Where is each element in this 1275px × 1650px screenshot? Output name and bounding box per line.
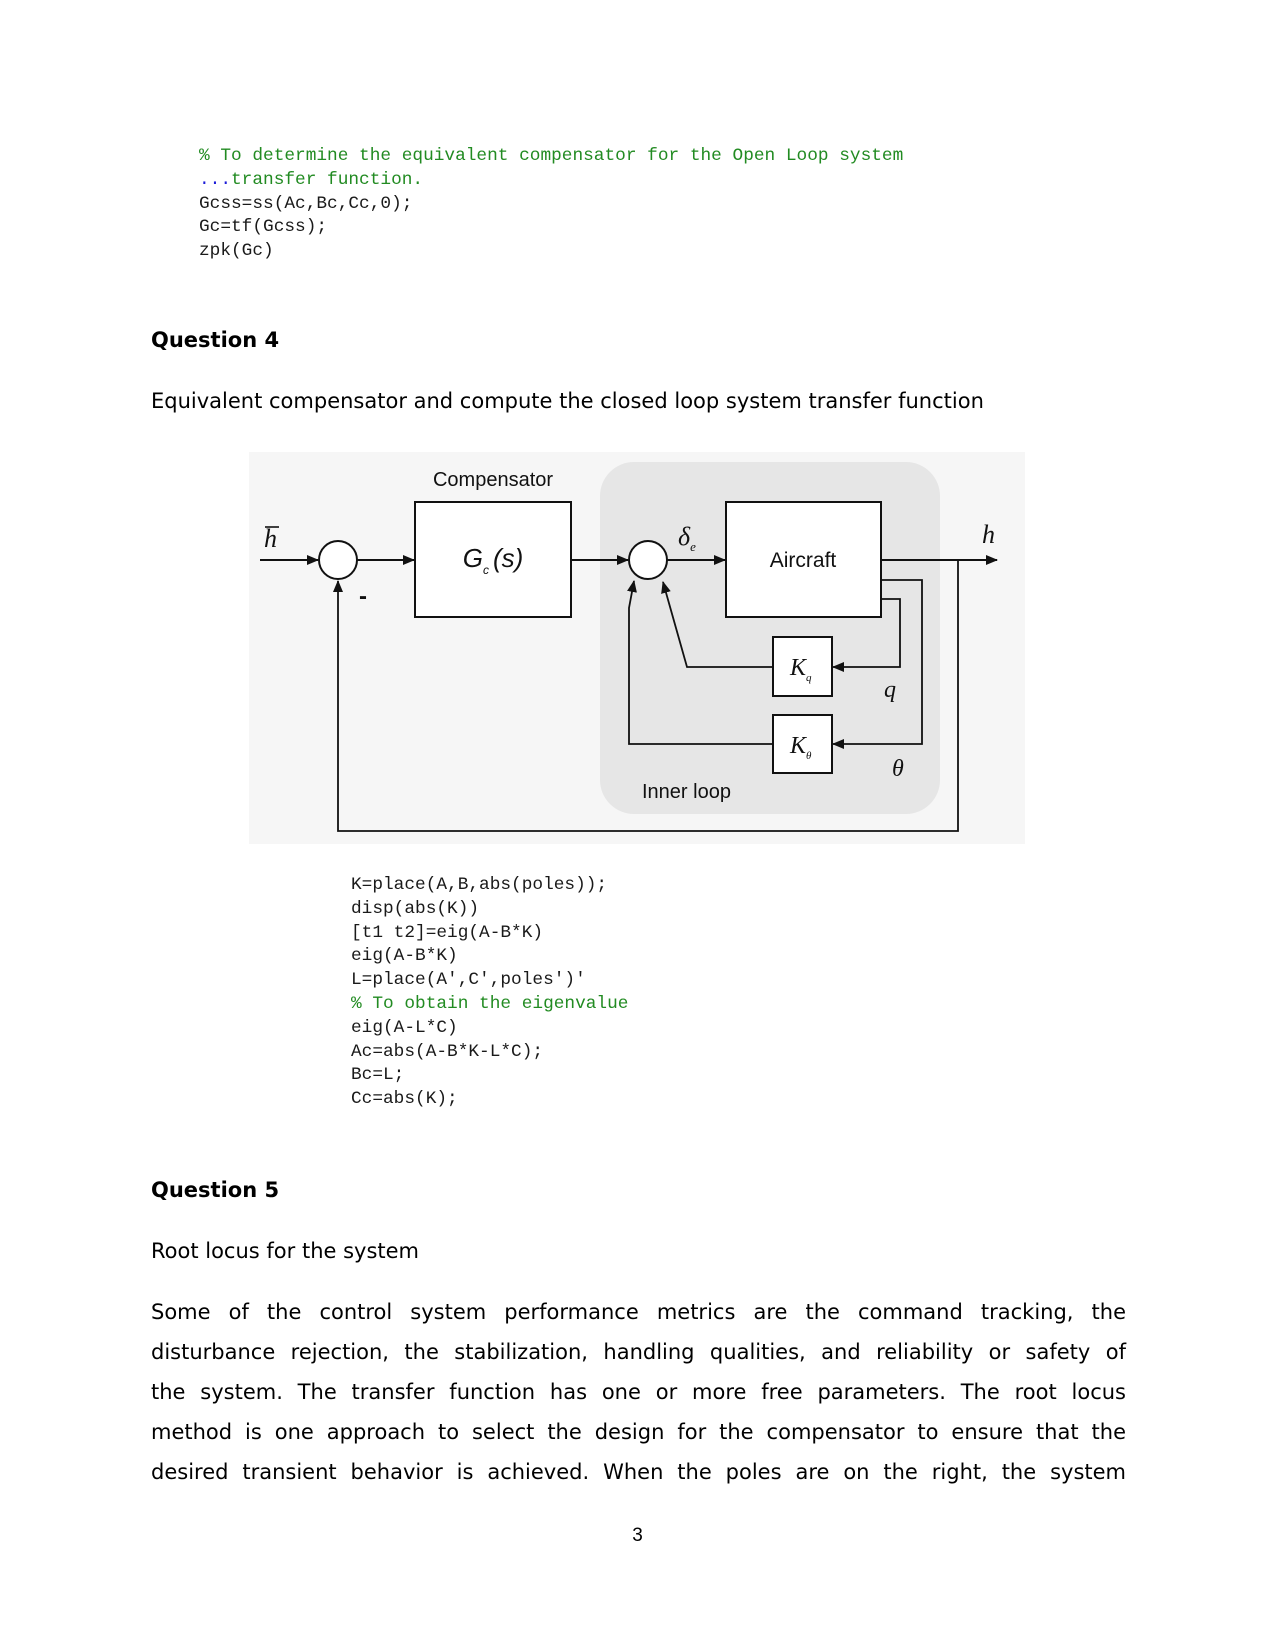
code-line: K=place(A,B,abs(poles)); bbox=[351, 874, 628, 898]
code-comment: % To obtain the eigenvalue bbox=[351, 993, 629, 1014]
paragraph-line: method is one approach to select the des… bbox=[151, 1420, 1126, 1444]
code-statement: Ac=abs(A-B*K-L*C); bbox=[351, 1041, 544, 1062]
code-block-pole-placement: K=place(A,B,abs(poles)); disp(abs(K)) [t1 … bbox=[351, 874, 628, 1112]
code-statement: L=place(A',C',poles')' bbox=[351, 970, 586, 991]
page-number: 3 bbox=[632, 1525, 643, 1546]
code-statement: [t1 t2]=eig(A-B*K) bbox=[351, 922, 544, 943]
summing-junction-outer bbox=[318, 540, 358, 580]
output-h-label: h bbox=[982, 520, 995, 549]
inner-loop-label: Inner loop bbox=[642, 781, 731, 803]
code-statement: K=place(A,B,abs(poles)); bbox=[351, 875, 608, 895]
theta-signal-label: θ bbox=[892, 756, 904, 782]
code-line: eig(A-B*K) bbox=[351, 945, 628, 969]
q-signal-label: q bbox=[884, 677, 896, 703]
code-line: Ac=abs(A-B*K-L*C); bbox=[351, 1041, 628, 1065]
code-line: eig(A-L*C) bbox=[351, 1017, 628, 1041]
code-line: L=place(A',C',poles')' bbox=[351, 969, 628, 993]
code-statement: eig(A-B*K) bbox=[351, 946, 458, 967]
code-line: [t1 t2]=eig(A-B*K) bbox=[351, 922, 628, 946]
code-line: % To obtain the eigenvalue bbox=[351, 993, 628, 1017]
code-statement: eig(A-L*C) bbox=[351, 1017, 458, 1038]
minus-sign: - bbox=[359, 583, 367, 610]
code-line: Bc=L; bbox=[351, 1064, 628, 1088]
compensator-title: Compensator bbox=[433, 469, 553, 491]
question-5-heading: Question 5 bbox=[151, 1178, 280, 1202]
document-page: % To determine the equivalent compensato… bbox=[0, 0, 1275, 1650]
paragraph-line: the system. The transfer function has on… bbox=[151, 1380, 1126, 1404]
aircraft-label: Aircraft bbox=[770, 549, 837, 572]
code-statement: Bc=L; bbox=[351, 1065, 405, 1086]
root-locus-paragraph: Some of the control system performance m… bbox=[151, 1292, 1126, 1492]
input-h-bar-label: h bbox=[264, 524, 277, 553]
compensator-transfer-function: Gc (s) bbox=[463, 543, 524, 577]
code-statement: disp(abs(K)) bbox=[351, 898, 480, 919]
paragraph-line: desired transient behavior is achieved. … bbox=[151, 1460, 1126, 1484]
paragraph-line: Some of the control system performance m… bbox=[151, 1300, 1126, 1324]
question-5-subtitle: Root locus for the system bbox=[151, 1239, 420, 1263]
code-line: disp(abs(K)) bbox=[351, 898, 628, 922]
code-statement: Cc=abs(K); bbox=[351, 1089, 458, 1110]
summing-junction-inner bbox=[628, 540, 668, 580]
block-diagram: Compensator h - Gc(s) δe Aircraft h Kq bbox=[249, 452, 1025, 844]
code-line: Cc=abs(K); bbox=[351, 1088, 628, 1112]
paragraph-line: disturbance rejection, the stabilization… bbox=[151, 1340, 1126, 1364]
